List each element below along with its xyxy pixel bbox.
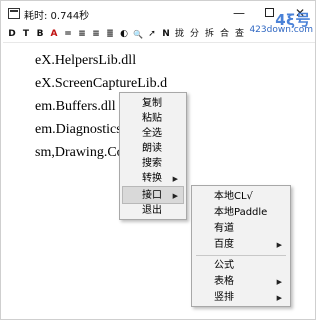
toolbar-button-split[interactable]: 分 [188, 28, 201, 41]
toolbar-button-1[interactable]: D [6, 28, 18, 41]
toolbar-button-merge-lines[interactable]: 拢 [173, 28, 186, 41]
toolbar: D T B A = ≡ ≡ ≣ ◐ 🔍 ➚ N 拢 分 拆 合 查 [3, 27, 315, 43]
contrast-icon[interactable]: ◐ [118, 28, 130, 41]
toolbar-button-align-1[interactable]: = [62, 28, 74, 41]
interface-submenu: 本地CL√ 本地Paddle 有道 百度 ▶ 公式 表格 ▶ 竖排 ▶ [191, 185, 291, 307]
app-icon [8, 8, 20, 19]
menu-item-label: 竖排 [214, 292, 234, 303]
text-line: em.Buffers.dll [35, 99, 116, 114]
toolbar-button-font-color[interactable]: A [48, 28, 60, 41]
toolbar-button-n[interactable]: N [160, 28, 172, 41]
window-title: 耗时: 0.744秒 [24, 11, 90, 22]
text-line: eX.HelpersLib.dll [35, 53, 137, 68]
text-line: eX.ScreenCaptureLib.d [35, 76, 168, 91]
toolbar-button-align-3[interactable]: ≡ [90, 28, 102, 41]
toolbar-button-join[interactable]: 合 [218, 28, 231, 41]
menu-item-label: 百度 [214, 239, 234, 250]
toolbar-button-align-2[interactable]: ≡ [76, 28, 88, 41]
submenu-item-vertical[interactable]: 竖排 ▶ [194, 289, 288, 307]
arrow-icon[interactable]: ➚ [146, 28, 158, 41]
submenu-arrow-icon: ▶ [276, 294, 282, 302]
menu-separator [196, 255, 286, 256]
menu-item-exit[interactable]: 退出 [122, 202, 184, 220]
app-window: 耗时: 0.744秒 — ✕ 4ξ号 423down.com D T B A =… [0, 0, 316, 320]
toolbar-button-break[interactable]: 拆 [203, 28, 216, 41]
toolbar-button-bold[interactable]: B [34, 28, 46, 41]
menu-item-label: 退出 [142, 205, 162, 216]
toolbar-button-lookup[interactable]: 查 [233, 28, 246, 41]
context-menu: 复制 粘贴 全选 朗读 搜索 转换 ▶ 接口 ▶ 退出 [119, 92, 187, 220]
submenu-item-baidu[interactable]: 百度 ▶ [194, 236, 288, 254]
toolbar-button-2[interactable]: T [20, 28, 32, 41]
search-icon[interactable]: 🔍 [132, 28, 144, 41]
submenu-arrow-icon: ▶ [276, 241, 282, 249]
toolbar-button-align-4[interactable]: ≣ [104, 28, 116, 41]
